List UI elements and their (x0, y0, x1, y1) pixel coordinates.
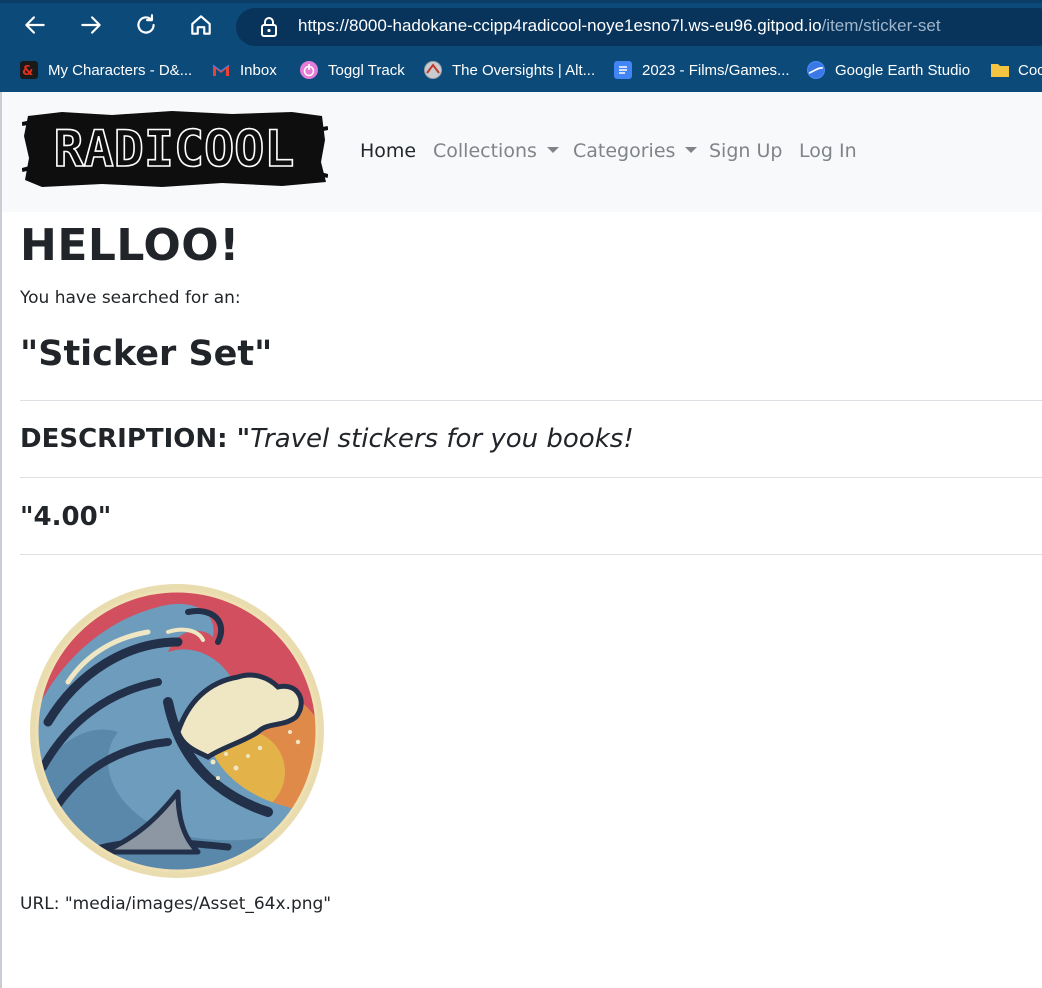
gmail-icon (212, 61, 230, 79)
image-url-text: URL: "media/images/Asset_64x.png" (20, 894, 332, 914)
description-text: Travel stickers for you books! (250, 424, 634, 454)
bookmark-oversights[interactable]: The Oversights | Alt... (424, 58, 595, 82)
browser-chrome: https://8000-hadokane-ccipp4radicool-noy… (0, 0, 1042, 92)
chrome-top-line (0, 0, 1042, 3)
reload-icon[interactable] (131, 12, 161, 42)
divider (20, 554, 1042, 555)
bookmark-label: Google Earth Studio (835, 61, 971, 79)
site-navbar: RADICOOL Home Collections Categories Sig… (2, 92, 1042, 212)
wave-sticker-image (30, 584, 324, 878)
svg-text:&: & (22, 64, 33, 79)
chevron-down-icon (685, 147, 698, 153)
bookmark-label: Inbox (240, 61, 277, 79)
forward-arrow-icon[interactable] (76, 12, 106, 42)
bookmark-inbox[interactable]: Inbox (212, 58, 277, 82)
description-label: DESCRIPTION: " (20, 424, 251, 454)
toggl-icon (300, 61, 318, 79)
address-url[interactable]: https://8000-hadokane-ccipp4radicool-noy… (298, 16, 941, 36)
bookmarks-bar: & My Characters - D&... Inbox Toggl Trac… (0, 56, 1042, 84)
divider (20, 477, 1042, 478)
divider (20, 400, 1042, 401)
nav-home[interactable]: Home (360, 140, 416, 162)
url-host: https://8000-hadokane-ccipp4radicool-noy… (298, 16, 822, 35)
nav-collections-label: Collections (433, 140, 537, 162)
back-arrow-icon[interactable] (20, 12, 50, 42)
bookmark-label: Coc (1018, 61, 1042, 79)
bookmark-label: 2023 - Films/Games... (642, 61, 790, 79)
docs-icon (614, 61, 632, 79)
url-path: /item/sticker-set (821, 16, 941, 35)
nav-collections[interactable]: Collections (433, 140, 559, 162)
chevron-down-icon (546, 147, 559, 153)
nav-sign-up[interactable]: Sign Up (709, 140, 782, 162)
bookmark-toggl[interactable]: Toggl Track (300, 58, 405, 82)
bookmark-label: Toggl Track (328, 61, 405, 79)
radicool-logo[interactable]: RADICOOL (21, 110, 329, 188)
bookmark-films-games[interactable]: 2023 - Films/Games... (614, 58, 790, 82)
bookmark-label: The Oversights | Alt... (452, 61, 596, 79)
bookmark-folder[interactable]: Coc (990, 58, 1042, 82)
item-name-heading: "Sticker Set" (20, 334, 273, 374)
dnd-icon: & (20, 61, 38, 79)
greeting-heading: HELLOO! (20, 220, 240, 271)
bookmark-label: My Characters - D&... (48, 61, 193, 79)
logo-text: RADICOOL (54, 120, 295, 178)
bookmark-my-characters[interactable]: & My Characters - D&... (20, 58, 192, 82)
lock-icon[interactable] (260, 17, 278, 37)
bookmark-earth-studio[interactable]: Google Earth Studio (807, 58, 970, 82)
product-image (28, 582, 326, 880)
earth-studio-icon (807, 61, 825, 79)
address-bar[interactable]: https://8000-hadokane-ccipp4radicool-noy… (236, 8, 1042, 46)
price-heading: "4.00" (20, 502, 112, 532)
page-edge (0, 92, 2, 988)
nav-categories-label: Categories (573, 140, 676, 162)
nav-log-in[interactable]: Log In (799, 140, 857, 162)
home-icon[interactable] (186, 12, 216, 42)
nav-categories[interactable]: Categories (573, 140, 698, 162)
description-heading: DESCRIPTION: "Travel stickers for you bo… (20, 424, 634, 454)
searched-text: You have searched for an: (20, 288, 241, 308)
oversights-icon (424, 61, 442, 79)
folder-icon (990, 61, 1009, 79)
